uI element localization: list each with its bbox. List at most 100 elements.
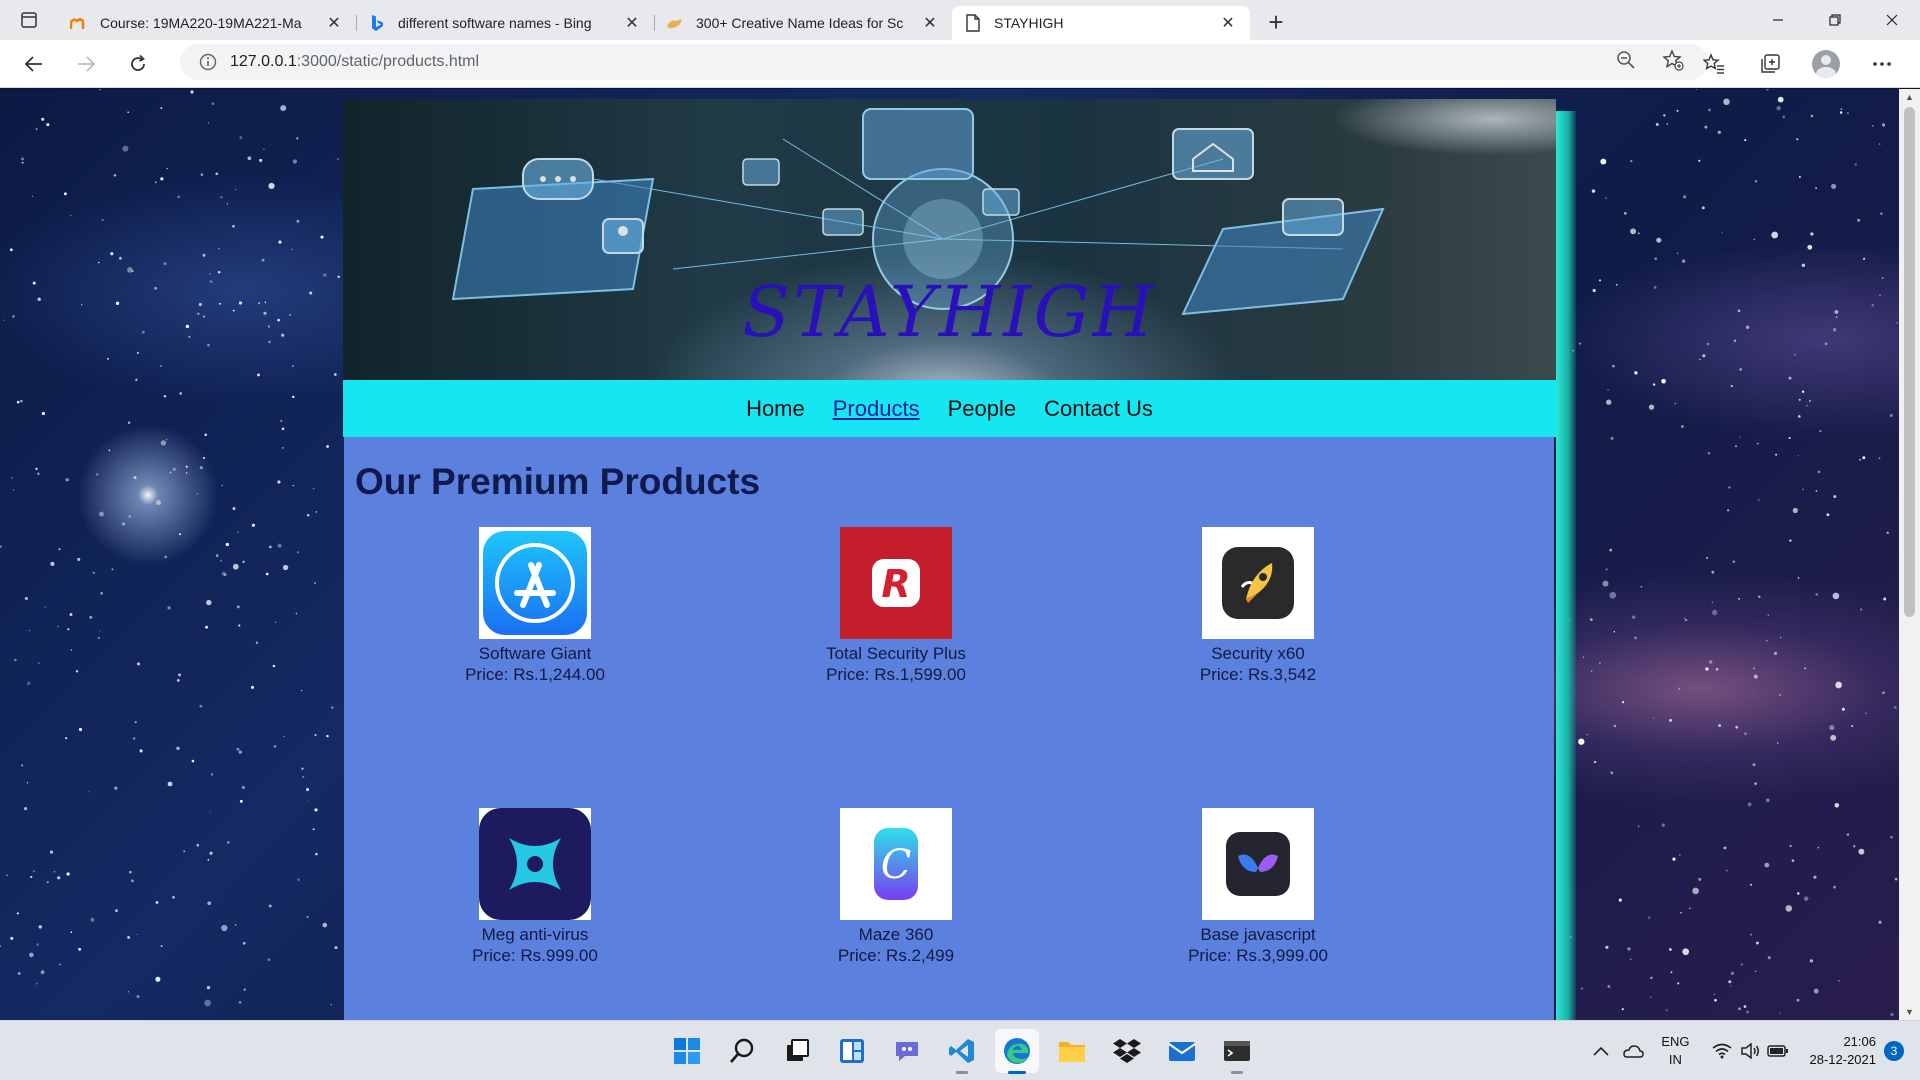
star <box>160 107 163 110</box>
mail-button[interactable] <box>1160 1029 1204 1073</box>
product-price: Price: Rs.3,542 <box>1199 665 1317 684</box>
star <box>314 733 317 737</box>
favorites-button[interactable] <box>1686 44 1742 84</box>
star <box>1797 455 1799 457</box>
product-card-base-javascript[interactable]: Base javascript Price: Rs.3,999.00 <box>1098 808 1418 966</box>
tab-actions-button[interactable] <box>0 0 58 40</box>
nav-home[interactable]: Home <box>746 396 805 422</box>
star <box>166 167 168 170</box>
star <box>1609 591 1617 599</box>
omnibox-actions <box>1616 44 1684 80</box>
star <box>1833 885 1836 889</box>
browser-tab-bing[interactable]: different software names - Bing ✕ <box>356 6 654 40</box>
url-bar[interactable]: 127.0.0.1:3000/static/products.html <box>180 44 1708 80</box>
star <box>1735 445 1737 448</box>
star <box>1858 458 1862 461</box>
wifi-button[interactable] <box>1708 1037 1736 1065</box>
nav-people[interactable]: People <box>948 396 1017 422</box>
star <box>100 591 103 595</box>
add-favorite-button[interactable] <box>1662 48 1684 76</box>
star <box>127 421 131 424</box>
star <box>1728 486 1731 489</box>
browser-tab-names[interactable]: 300+ Creative Name Ideas for Sc ✕ <box>654 6 952 40</box>
battery-button[interactable] <box>1764 1037 1792 1065</box>
nav-products[interactable]: Products <box>833 396 920 422</box>
star <box>281 427 285 431</box>
clock-button[interactable]: 21:06 28-12-2021 <box>1810 1033 1877 1069</box>
minimize-button[interactable] <box>1749 0 1806 40</box>
site-info-icon[interactable] <box>196 50 220 74</box>
star <box>69 613 73 616</box>
scroll-down-icon[interactable]: ▼ <box>1899 1004 1920 1020</box>
product-card-software-giant[interactable]: Software Giant Price: Rs.1,244.00 <box>375 527 695 685</box>
forward-button[interactable] <box>60 44 112 84</box>
notification-badge[interactable]: 3 <box>1884 1041 1904 1061</box>
star <box>247 156 252 161</box>
star <box>88 791 90 793</box>
start-button[interactable] <box>665 1029 709 1073</box>
star <box>133 476 137 480</box>
star <box>331 706 334 709</box>
task-view-icon <box>787 1039 809 1061</box>
search-button[interactable] <box>720 1029 764 1073</box>
star <box>1889 414 1893 417</box>
refresh-button[interactable] <box>112 44 164 84</box>
speaker-icon <box>1740 1043 1759 1059</box>
star <box>1802 488 1804 491</box>
star <box>1677 982 1680 985</box>
star <box>232 563 239 570</box>
product-card-security-x60[interactable]: Security x60 Price: Rs.3,542 <box>1098 527 1418 685</box>
nav-contact-us[interactable]: Contact Us <box>1044 396 1153 422</box>
star <box>1767 614 1770 616</box>
close-tab-icon[interactable]: ✕ <box>1218 13 1238 33</box>
teams-chat-button[interactable] <box>885 1029 929 1073</box>
browser-tab-course[interactable]: Course: 19MA220-19MA221-Ma ✕ <box>58 6 356 40</box>
show-hidden-icons-button[interactable] <box>1587 1037 1615 1065</box>
star <box>1653 286 1657 289</box>
collections-button[interactable] <box>1742 44 1798 84</box>
product-card-meg-anti-virus[interactable]: Meg anti-virus Price: Rs.999.00 <box>375 808 695 966</box>
product-card-maze-360[interactable]: C Maze 360 Price: Rs.2,499 <box>736 808 1056 966</box>
star <box>46 881 49 884</box>
close-window-button[interactable] <box>1863 0 1920 40</box>
close-tab-icon[interactable]: ✕ <box>622 13 642 33</box>
product-card-total-security-plus[interactable]: R Total Security Plus Price: Rs.1,599.00 <box>736 527 1056 685</box>
scrollbar-thumb[interactable] <box>1904 107 1915 617</box>
star <box>21 157 24 161</box>
dropbox-button[interactable] <box>1105 1029 1149 1073</box>
star <box>274 621 277 624</box>
edge-browser-button[interactable] <box>995 1029 1039 1074</box>
scroll-up-icon[interactable]: ▲ <box>1899 89 1920 105</box>
star <box>1753 667 1755 670</box>
page-scrollbar[interactable]: ▲ ▼ <box>1899 89 1920 1020</box>
profile-button[interactable] <box>1798 44 1854 84</box>
star <box>1780 636 1782 639</box>
language-indicator[interactable]: ENG IN <box>1661 1033 1689 1069</box>
volume-button[interactable] <box>1736 1037 1764 1065</box>
star <box>322 922 328 928</box>
restore-button[interactable] <box>1806 0 1863 40</box>
back-button[interactable] <box>8 44 60 84</box>
onedrive-button[interactable] <box>1619 1037 1647 1065</box>
star <box>106 357 109 360</box>
star <box>1580 987 1584 990</box>
star <box>1640 585 1643 588</box>
close-tab-icon[interactable]: ✕ <box>920 13 940 33</box>
terminal-button[interactable] <box>1215 1029 1259 1074</box>
star <box>98 89 101 91</box>
vscode-button[interactable] <box>940 1029 984 1074</box>
browser-tab-stayhigh[interactable]: STAYHIGH ✕ <box>952 6 1250 40</box>
star <box>127 111 130 114</box>
star <box>209 280 213 283</box>
close-tab-icon[interactable]: ✕ <box>324 13 344 33</box>
zoom-button[interactable] <box>1616 50 1636 75</box>
dropbox-icon <box>1113 1039 1141 1063</box>
forward-arrow-icon <box>78 55 96 72</box>
star <box>309 291 313 295</box>
settings-menu-button[interactable] <box>1854 44 1910 84</box>
task-view-button[interactable] <box>775 1029 819 1073</box>
window-controls <box>1749 0 1920 40</box>
new-tab-button[interactable]: + <box>1256 5 1296 39</box>
file-explorer-button[interactable] <box>1050 1029 1094 1073</box>
widgets-button[interactable] <box>830 1029 874 1073</box>
